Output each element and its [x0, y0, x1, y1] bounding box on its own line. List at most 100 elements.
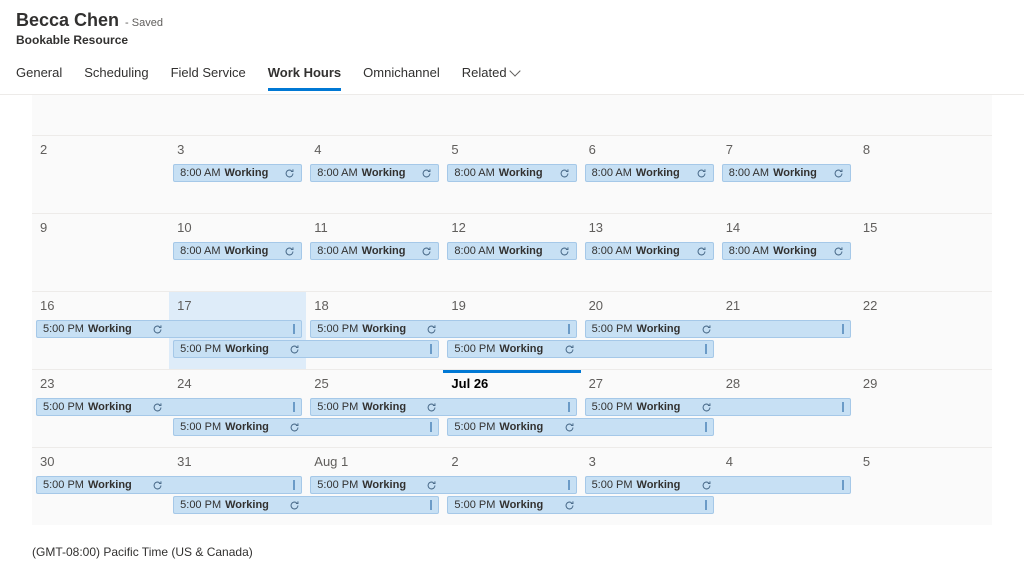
- tab-scheduling[interactable]: Scheduling: [84, 59, 148, 90]
- calendar-event[interactable]: [306, 496, 439, 514]
- calendar-day-cell[interactable]: 22: [855, 292, 992, 369]
- calendar-day-cell[interactable]: 17 5:00 PMWorking: [169, 292, 306, 369]
- calendar-day-cell[interactable]: 12 8:00 AMWorking: [443, 214, 580, 291]
- resize-handle-icon[interactable]: [568, 324, 570, 334]
- calendar-event[interactable]: 5:00 PMWorking: [310, 476, 443, 494]
- calendar-event[interactable]: 8:00 AMWorking: [173, 242, 302, 260]
- resize-handle-icon[interactable]: [568, 480, 570, 490]
- calendar-day-cell[interactable]: 4: [718, 448, 855, 525]
- calendar-day-cell[interactable]: Aug 1 5:00 PMWorking: [306, 448, 443, 525]
- calendar-event[interactable]: 5:00 PMWorking: [36, 320, 169, 338]
- calendar-day-cell[interactable]: 25 5:00 PMWorking: [306, 370, 443, 447]
- calendar-event[interactable]: 5:00 PMWorking: [36, 476, 169, 494]
- calendar-day-cell[interactable]: [581, 95, 718, 135]
- calendar-event[interactable]: 8:00 AMWorking: [722, 164, 851, 182]
- tab-general[interactable]: General: [16, 59, 62, 90]
- resize-handle-icon[interactable]: [842, 324, 844, 334]
- tab-field-service[interactable]: Field Service: [171, 59, 246, 90]
- calendar-event[interactable]: [443, 398, 576, 416]
- tab-related[interactable]: Related: [462, 59, 519, 90]
- calendar-day-cell[interactable]: 7 8:00 AMWorking: [718, 136, 855, 213]
- resize-handle-icon[interactable]: [430, 422, 432, 432]
- calendar-day-cell[interactable]: 3 8:00 AMWorking: [169, 136, 306, 213]
- calendar-event[interactable]: [718, 320, 851, 338]
- calendar-event[interactable]: 5:00 PMWorking: [173, 418, 306, 436]
- calendar-event[interactable]: [306, 418, 439, 436]
- calendar-event[interactable]: 5:00 PMWorking: [447, 496, 580, 514]
- calendar-day-cell[interactable]: 14 8:00 AMWorking: [718, 214, 855, 291]
- calendar-day-cell[interactable]: 5 8:00 AMWorking: [443, 136, 580, 213]
- calendar-event[interactable]: [169, 398, 302, 416]
- resize-handle-icon[interactable]: [430, 500, 432, 510]
- calendar-event[interactable]: 5:00 PMWorking: [585, 476, 718, 494]
- calendar-event[interactable]: [169, 476, 302, 494]
- calendar-day-cell[interactable]: [306, 95, 443, 135]
- calendar-day-cell[interactable]: 3 5:00 PMWorking: [581, 448, 718, 525]
- calendar-day-cell[interactable]: 11 8:00 AMWorking: [306, 214, 443, 291]
- calendar-event[interactable]: 5:00 PMWorking: [36, 398, 169, 416]
- calendar-event[interactable]: 5:00 PMWorking: [447, 340, 580, 358]
- calendar-day-cell[interactable]: 5: [855, 448, 992, 525]
- calendar-event[interactable]: 5:00 PMWorking: [310, 320, 443, 338]
- calendar-day-cell[interactable]: 24 5:00 PMWorking: [169, 370, 306, 447]
- calendar-day-cell[interactable]: 8: [855, 136, 992, 213]
- calendar-event[interactable]: 8:00 AMWorking: [585, 164, 714, 182]
- calendar-day-cell[interactable]: 20 5:00 PMWorking: [581, 292, 718, 369]
- resize-handle-icon[interactable]: [568, 402, 570, 412]
- resize-handle-icon[interactable]: [705, 344, 707, 354]
- calendar-day-cell[interactable]: 15: [855, 214, 992, 291]
- calendar-day-cell[interactable]: 10 8:00 AMWorking: [169, 214, 306, 291]
- calendar-event[interactable]: [306, 340, 439, 358]
- calendar-day-cell[interactable]: 2 5:00 PMWorking: [443, 448, 580, 525]
- calendar-event[interactable]: [443, 320, 576, 338]
- calendar-day-cell[interactable]: 9: [32, 214, 169, 291]
- calendar-event[interactable]: 5:00 PMWorking: [310, 398, 443, 416]
- calendar-event[interactable]: [581, 340, 714, 358]
- calendar-event[interactable]: 5:00 PMWorking: [585, 320, 718, 338]
- calendar-event[interactable]: [718, 476, 851, 494]
- tab-omnichannel[interactable]: Omnichannel: [363, 59, 440, 90]
- calendar-day-cell-today[interactable]: Jul 26 5:00 PMWorking: [443, 370, 580, 447]
- calendar-event[interactable]: 8:00 AMWorking: [722, 242, 851, 260]
- resize-handle-icon[interactable]: [293, 402, 295, 412]
- calendar-event[interactable]: [718, 398, 851, 416]
- calendar-day-cell[interactable]: 19 5:00 PMWorking: [443, 292, 580, 369]
- calendar-day-cell[interactable]: 23 5:00 PMWorking: [32, 370, 169, 447]
- calendar-event[interactable]: 8:00 AMWorking: [310, 242, 439, 260]
- calendar-day-cell[interactable]: 2: [32, 136, 169, 213]
- resize-handle-icon[interactable]: [842, 402, 844, 412]
- calendar-event[interactable]: 8:00 AMWorking: [447, 164, 576, 182]
- calendar-day-cell[interactable]: 16 5:00 PMWorking: [32, 292, 169, 369]
- calendar-event[interactable]: [581, 496, 714, 514]
- resize-handle-icon[interactable]: [705, 422, 707, 432]
- calendar-day-cell[interactable]: 31 5:00 PMWorking: [169, 448, 306, 525]
- calendar-event[interactable]: 5:00 PMWorking: [447, 418, 580, 436]
- resize-handle-icon[interactable]: [705, 500, 707, 510]
- calendar-day-cell[interactable]: 13 8:00 AMWorking: [581, 214, 718, 291]
- resize-handle-icon[interactable]: [430, 344, 432, 354]
- calendar-day-cell[interactable]: 21: [718, 292, 855, 369]
- calendar-day-cell[interactable]: 6 8:00 AMWorking: [581, 136, 718, 213]
- calendar-event[interactable]: 5:00 PMWorking: [173, 340, 306, 358]
- calendar-event[interactable]: [443, 476, 576, 494]
- calendar-event[interactable]: 8:00 AMWorking: [447, 242, 576, 260]
- calendar-day-cell[interactable]: 29: [855, 370, 992, 447]
- calendar-event[interactable]: 5:00 PMWorking: [585, 398, 718, 416]
- calendar-event[interactable]: 8:00 AMWorking: [310, 164, 439, 182]
- calendar-day-cell[interactable]: [169, 95, 306, 135]
- calendar-event[interactable]: 5:00 PMWorking: [173, 496, 306, 514]
- calendar-event[interactable]: [169, 320, 302, 338]
- resize-handle-icon[interactable]: [293, 480, 295, 490]
- calendar-day-cell[interactable]: [855, 95, 992, 135]
- calendar-day-cell[interactable]: [718, 95, 855, 135]
- tab-work-hours[interactable]: Work Hours: [268, 59, 341, 90]
- calendar-event[interactable]: [581, 418, 714, 436]
- calendar-event[interactable]: 8:00 AMWorking: [173, 164, 302, 182]
- calendar-day-cell[interactable]: [443, 95, 580, 135]
- calendar-day-cell[interactable]: 27 5:00 PMWorking: [581, 370, 718, 447]
- calendar-day-cell[interactable]: [32, 95, 169, 135]
- calendar-day-cell[interactable]: 4 8:00 AMWorking: [306, 136, 443, 213]
- calendar-day-cell[interactable]: 28: [718, 370, 855, 447]
- calendar-day-cell[interactable]: 18 5:00 PMWorking: [306, 292, 443, 369]
- calendar-day-cell[interactable]: 30 5:00 PMWorking: [32, 448, 169, 525]
